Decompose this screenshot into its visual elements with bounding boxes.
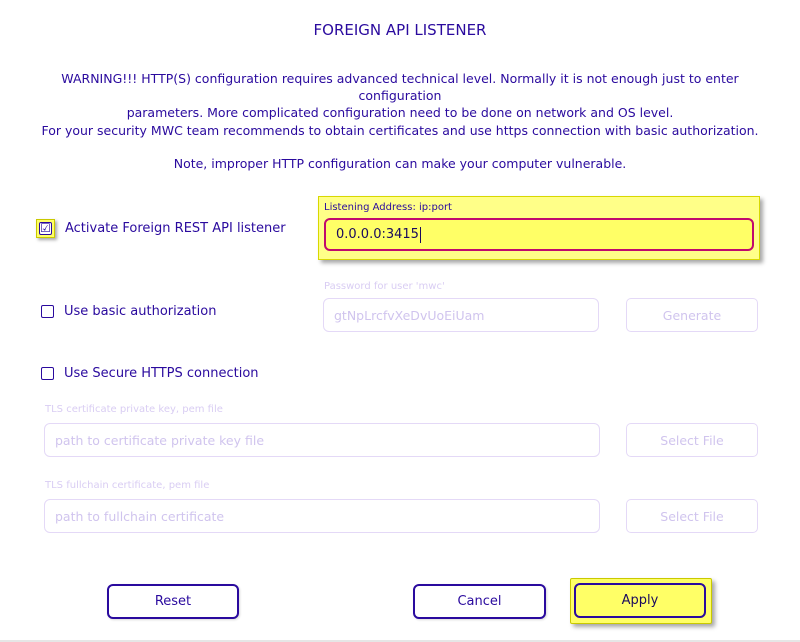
basic-auth-checkbox[interactable] <box>41 305 54 318</box>
https-checkbox[interactable] <box>41 367 54 380</box>
listening-address-value: 0.0.0.0:3415 <box>336 227 419 242</box>
tls-chain-label: TLS fullchain certificate, pem file <box>45 480 210 491</box>
listening-address-input[interactable]: 0.0.0.0:3415 <box>324 218 754 251</box>
password-label: Password for user 'mwc' <box>324 281 445 292</box>
tls-key-input[interactable]: path to certificate private key file <box>44 423 600 457</box>
basic-auth-checkbox-row[interactable]: Use basic authorization <box>41 304 216 319</box>
page-title: FOREIGN API LISTENER <box>313 21 487 39</box>
security-note: For your security MWC team recommends to… <box>41 123 759 138</box>
warning-line-2: parameters. More complicated configurati… <box>126 105 674 120</box>
tls-chain-placeholder: path to fullchain certificate <box>55 508 225 524</box>
https-checkbox-row[interactable]: Use Secure HTTPS connection <box>41 366 259 381</box>
activate-checkbox-label: Activate Foreign REST API listener <box>65 221 286 236</box>
listening-address-panel: Listening Address: ip:port 0.0.0.0:3415 <box>318 196 760 260</box>
apply-button[interactable]: Apply <box>574 583 706 618</box>
cancel-button[interactable]: Cancel <box>413 584 546 619</box>
activate-listener-checkbox-row[interactable]: ☑ Activate Foreign REST API listener <box>36 219 286 238</box>
select-key-file-button[interactable]: Select File <box>626 423 758 457</box>
https-label: Use Secure HTTPS connection <box>64 366 259 381</box>
tls-key-placeholder: path to certificate private key file <box>55 432 265 448</box>
warning-text: WARNING!!! HTTP(S) configuration require… <box>30 70 770 121</box>
apply-button-focus[interactable]: Apply <box>570 578 712 624</box>
generate-button[interactable]: Generate <box>626 298 758 332</box>
password-input[interactable]: gtNpLrcfvXeDvUoEiUam <box>323 298 599 332</box>
password-value: gtNpLrcfvXeDvUoEiUam <box>334 307 485 323</box>
basic-auth-label: Use basic authorization <box>64 304 217 319</box>
tls-chain-input[interactable]: path to fullchain certificate <box>44 499 600 533</box>
warning-line-1: WARNING!!! HTTP(S) configuration require… <box>61 71 739 103</box>
listening-address-label: Listening Address: ip:port <box>324 202 452 213</box>
activate-checkbox-focus[interactable]: ☑ <box>36 219 55 238</box>
vulnerable-note: Note, improper HTTP configuration can ma… <box>173 156 627 171</box>
select-chain-file-button[interactable]: Select File <box>626 499 758 533</box>
activate-checkbox[interactable]: ☑ <box>39 222 52 235</box>
text-cursor <box>419 226 421 243</box>
reset-button[interactable]: Reset <box>107 584 239 619</box>
tls-key-label: TLS certificate private key, pem file <box>45 404 223 415</box>
